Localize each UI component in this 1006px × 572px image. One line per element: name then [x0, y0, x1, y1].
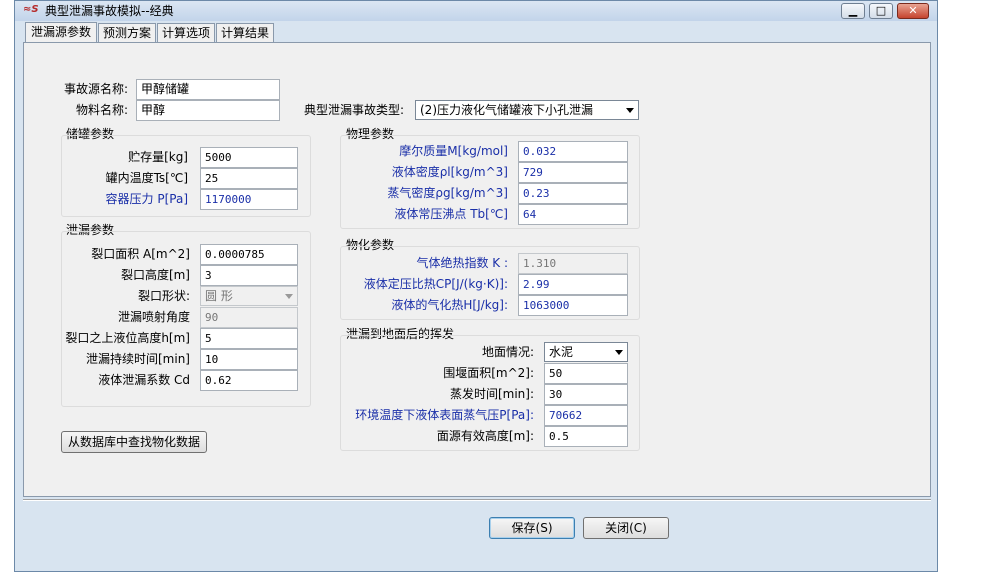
chevron-down-icon: [615, 350, 623, 355]
close-button-label: 关闭: [605, 521, 630, 535]
source-name-input[interactable]: 甲醇储罐: [136, 79, 280, 100]
vapor-density-label: 蒸气密度ρg[kg/m^3]: [387, 186, 508, 200]
tab-forecast-plan[interactable]: 预测方案: [98, 23, 156, 42]
storage-amount-label: 贮存量[kg]: [128, 150, 188, 164]
ground-condition-select[interactable]: 水泥: [544, 342, 628, 362]
minimize-button[interactable]: ▁: [841, 3, 865, 19]
container-pressure-input[interactable]: 1170000: [200, 189, 298, 210]
save-button-label: 保存: [511, 521, 536, 535]
evaporation-time-input[interactable]: 30: [544, 384, 628, 405]
tab-calc-results[interactable]: 计算结果: [216, 23, 274, 42]
specific-heat-input[interactable]: 2.99: [518, 274, 628, 295]
jet-angle-input: 90: [200, 307, 298, 328]
material-name-label: 物料名称:: [75, 103, 128, 117]
dike-area-label: 围堰面积[m^2]:: [443, 366, 534, 380]
tank-temperature-input[interactable]: 25: [200, 168, 298, 189]
boiling-point-label: 液体常压沸点 Tb[℃]: [394, 207, 508, 221]
window-title: 典型泄漏事故模拟--经典: [45, 4, 174, 18]
liquid-density-input[interactable]: 729: [518, 162, 628, 183]
chevron-down-icon: [626, 108, 634, 113]
close-button[interactable]: 关闭(C): [583, 517, 669, 539]
specific-heat-label: 液体定压比热CP[J/(kg·K)]:: [363, 277, 508, 291]
main-window: ≈S 典型泄漏事故模拟--经典 ▁ □ ✕ 泄漏源参数 预测方案 计算选项 计算…: [14, 0, 938, 572]
vapor-pressure-label: 环境温度下液体表面蒸气压P[Pa]:: [355, 408, 534, 422]
vapor-pressure-input[interactable]: 70662: [544, 405, 628, 426]
container-pressure-label: 容器压力 P[Pa]: [105, 192, 188, 206]
molar-mass-label: 摩尔质量M[kg/mol]: [399, 144, 508, 158]
tab-calc-options[interactable]: 计算选项: [157, 23, 215, 42]
tab-leak-source[interactable]: 泄漏源参数: [25, 22, 97, 43]
crack-height-input[interactable]: 3: [200, 265, 298, 286]
jet-angle-label: 泄漏喷射角度: [117, 310, 190, 324]
vaporization-heat-input[interactable]: 1063000: [518, 295, 628, 316]
title-bar: ≈S 典型泄漏事故模拟--经典 ▁ □ ✕: [15, 1, 937, 21]
crack-area-label: 裂口面积 A[m^2]: [91, 247, 190, 261]
accident-type-value: (2)压力液化气储罐液下小孔泄漏: [420, 103, 593, 117]
molar-mass-input[interactable]: 0.032: [518, 141, 628, 162]
leak-source-panel: 事故源名称: 甲醇储罐 物料名称: 甲醇 典型泄漏事故类型: (2)压力液化气储…: [23, 42, 931, 497]
accident-type-select[interactable]: (2)压力液化气储罐液下小孔泄漏: [415, 100, 639, 120]
storage-amount-input[interactable]: 5000: [200, 147, 298, 168]
maximize-icon: □: [875, 4, 887, 17]
app-icon: ≈S: [23, 4, 39, 15]
boiling-point-input[interactable]: 64: [518, 204, 628, 225]
search-database-button[interactable]: 从数据库中查找物化数据: [61, 431, 207, 453]
minimize-icon: ▁: [848, 4, 858, 17]
ground-condition-value: 水泥: [549, 345, 574, 359]
crack-shape-select: 圆 形: [200, 286, 298, 306]
adiabatic-index-input: 1.310: [518, 253, 628, 274]
liquid-level-label: 裂口之上液位高度h[m]: [65, 331, 190, 345]
vapor-density-input[interactable]: 0.23: [518, 183, 628, 204]
save-button[interactable]: 保存(S): [489, 517, 575, 539]
vaporization-heat-label: 液体的气化热H[J/kg]:: [391, 298, 508, 312]
leak-duration-input[interactable]: 10: [200, 349, 298, 370]
crack-shape-label: 裂口形状:: [137, 289, 190, 303]
dike-area-input[interactable]: 50: [544, 363, 628, 384]
leak-coef-label: 液体泄漏系数 Cd: [98, 373, 190, 387]
source-height-input[interactable]: 0.5: [544, 426, 628, 447]
material-name-input[interactable]: 甲醇: [136, 100, 280, 121]
crack-area-input[interactable]: 0.0000785: [200, 244, 298, 265]
adiabatic-index-label: 气体绝热指数 K :: [416, 256, 508, 270]
close-icon: ✕: [908, 4, 918, 17]
bottom-separator: [23, 499, 931, 501]
ground-condition-label: 地面情况:: [481, 345, 534, 359]
source-height-label: 面源有效高度[m]:: [436, 429, 534, 443]
source-name-label: 事故源名称:: [63, 82, 128, 96]
save-shortcut: (S): [535, 521, 553, 535]
chevron-down-icon: [285, 294, 293, 299]
accident-type-label: 典型泄漏事故类型:: [304, 103, 405, 117]
crack-height-label: 裂口高度[m]: [120, 268, 190, 282]
liquid-density-label: 液体密度ρl[kg/m^3]: [391, 165, 508, 179]
maximize-button[interactable]: □: [869, 3, 893, 19]
close-shortcut: (C): [629, 521, 647, 535]
evaporation-time-label: 蒸发时间[min]:: [449, 387, 534, 401]
leak-duration-label: 泄漏持续时间[min]: [86, 352, 190, 366]
leak-coef-input[interactable]: 0.62: [200, 370, 298, 391]
close-window-button[interactable]: ✕: [897, 3, 929, 19]
crack-shape-value: 圆 形: [205, 289, 233, 303]
liquid-level-input[interactable]: 5: [200, 328, 298, 349]
tank-temperature-label: 罐内温度Ts[℃]: [105, 171, 188, 185]
